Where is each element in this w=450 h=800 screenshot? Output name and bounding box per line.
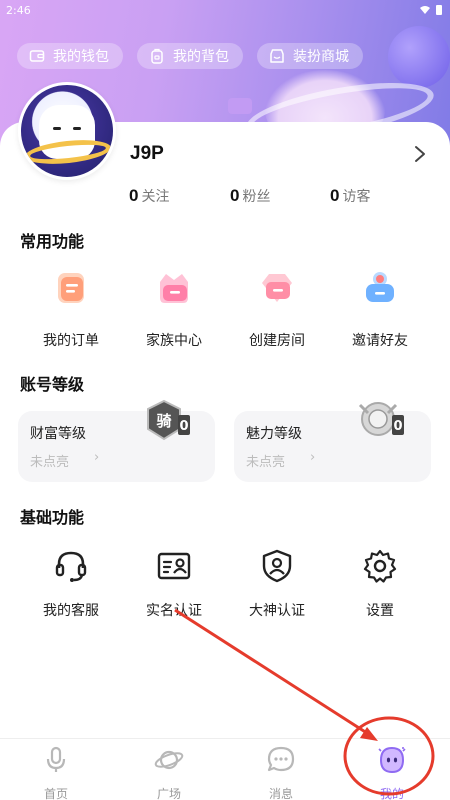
planet-decoration (388, 26, 450, 88)
invite-friend-icon (366, 272, 394, 302)
chevron-right-icon: › (310, 450, 316, 465)
stat-fans[interactable]: 0 粉丝 (230, 186, 270, 206)
tab-home[interactable]: 首页 (26, 745, 86, 800)
wealth-level-card[interactable]: 财富等级 未点亮 › 骑 0 (18, 399, 215, 482)
wealth-badge-number: 0 (179, 419, 188, 434)
stat-following[interactable]: 0 关注 (129, 186, 169, 206)
me-ghost-icon (378, 746, 406, 774)
gift-box-decoration (228, 98, 252, 114)
real-name-auth-label: 实名认证 (146, 603, 202, 619)
gear-icon (363, 549, 397, 583)
tab-me[interactable]: 我的 (362, 745, 422, 800)
master-auth-label: 大神认证 (249, 603, 305, 619)
create-room-icon (262, 274, 292, 302)
status-icons (420, 5, 442, 15)
stat-visitors[interactable]: 0 访客 (330, 186, 370, 206)
shop-label: 装扮商城 (293, 49, 349, 65)
order-icon (58, 273, 84, 303)
stat-label: 访客 (342, 189, 371, 205)
wifi-icon (420, 6, 430, 14)
wealth-badge-text: 骑 (156, 412, 171, 430)
invite-friend-button[interactable]: 邀请好友 (330, 268, 430, 350)
section-title-common: 常用功能 (20, 232, 85, 251)
shop-button[interactable]: 装扮商城 (257, 43, 363, 69)
real-name-auth-button[interactable]: 实名认证 (124, 548, 224, 620)
charm-level-status: 未点亮 (246, 455, 286, 470)
profile-stats: 0 关注 0 粉丝 0 访客 (0, 186, 450, 208)
tab-home-label: 首页 (43, 787, 68, 800)
tab-me-label: 我的 (379, 787, 404, 800)
shield-user-icon (262, 549, 292, 583)
my-orders-button[interactable]: 我的订单 (21, 268, 121, 350)
avatar[interactable] (18, 82, 116, 180)
create-room-button[interactable]: 创建房间 (227, 268, 327, 350)
stat-label: 关注 (141, 189, 170, 205)
settings-button[interactable]: 设置 (330, 548, 430, 620)
avatar-eye (53, 127, 61, 130)
charm-level-title: 魅力等级 (246, 426, 302, 442)
wallet-button[interactable]: 我的钱包 (17, 43, 123, 69)
mic-icon (46, 746, 66, 772)
family-center-label: 家族中心 (146, 333, 202, 349)
tab-messages-label: 消息 (268, 787, 293, 800)
tab-messages[interactable]: 消息 (251, 745, 311, 800)
stat-value: 0 (230, 186, 240, 205)
bottom-tab-bar: 首页 广场 消息 我的 (0, 738, 450, 800)
settings-label: 设置 (366, 603, 394, 619)
stat-value: 0 (330, 186, 340, 205)
wallet-label: 我的钱包 (53, 49, 109, 65)
battery-icon (436, 5, 442, 15)
backpack-label: 我的背包 (173, 49, 229, 65)
charm-level-card[interactable]: 魅力等级 未点亮 › 0 (234, 402, 431, 482)
chat-icon (267, 746, 295, 772)
status-bar: 2:46 (0, 0, 450, 20)
family-center-button[interactable]: 家族中心 (124, 268, 224, 350)
shop-icon (270, 49, 284, 63)
tab-square[interactable]: 广场 (139, 745, 199, 800)
section-title-basic: 基础功能 (20, 508, 85, 527)
header-shortcuts: 我的钱包 我的背包 装扮商城 (17, 43, 363, 69)
stat-label: 粉丝 (242, 189, 271, 205)
wealth-level-title: 财富等级 (30, 426, 86, 442)
wallet-icon (29, 50, 45, 62)
backpack-button[interactable]: 我的背包 (137, 43, 243, 69)
customer-service-label: 我的客服 (43, 603, 99, 619)
my-orders-label: 我的订单 (43, 333, 99, 349)
invite-friend-label: 邀请好友 (352, 333, 408, 349)
backpack-icon (151, 48, 163, 64)
wealth-level-status: 未点亮 (30, 455, 70, 470)
section-title-level: 账号等级 (20, 375, 85, 394)
customer-service-button[interactable]: 我的客服 (21, 548, 121, 620)
wealth-badge-icon: 骑 0 (147, 399, 190, 441)
tab-square-label: 广场 (156, 787, 181, 800)
master-auth-button[interactable]: 大神认证 (227, 548, 327, 620)
username[interactable]: J9P (130, 143, 164, 165)
create-room-label: 创建房间 (249, 333, 305, 349)
chevron-right-icon: › (94, 450, 100, 465)
avatar-eye (73, 127, 81, 130)
chevron-right-icon[interactable] (412, 144, 428, 164)
id-card-icon (157, 552, 191, 580)
avatar-ring (24, 136, 112, 168)
status-time: 2:46 (6, 3, 31, 17)
family-icon (160, 274, 188, 303)
planet-icon (154, 750, 184, 770)
charm-badge-number: 0 (393, 419, 402, 434)
headset-icon (55, 551, 87, 582)
stat-value: 0 (129, 186, 139, 205)
charm-badge-icon: 0 (358, 402, 404, 436)
